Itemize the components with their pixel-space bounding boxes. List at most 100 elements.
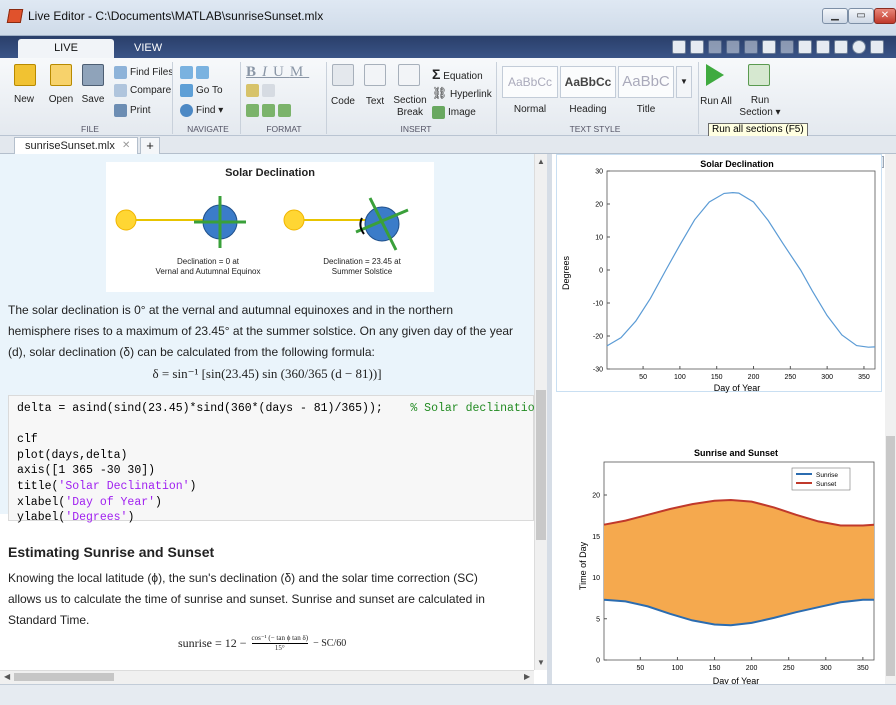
compare-button[interactable]: Compare — [114, 84, 171, 97]
tab-view[interactable]: VIEW — [118, 39, 178, 58]
close-tab-icon[interactable]: ✕ — [122, 140, 130, 151]
undo-icon[interactable] — [762, 40, 776, 54]
style-title-label[interactable]: Title — [618, 104, 674, 115]
add-tab-button[interactable]: + — [140, 137, 160, 154]
separator — [172, 62, 173, 134]
run-section-button[interactable]: Run Section ▾ — [736, 95, 784, 119]
comment-icon[interactable] — [246, 84, 259, 97]
bold-button[interactable]: B — [246, 64, 262, 80]
uncomment-icon[interactable] — [262, 84, 275, 97]
indent-icon[interactable] — [262, 104, 275, 117]
plot-area — [606, 170, 876, 370]
close-button[interactable]: ✕ — [874, 8, 896, 24]
y-tick-label: 0 — [596, 658, 600, 665]
scroll-down-arrow[interactable]: ▼ — [537, 658, 545, 667]
image-button[interactable]: Image — [432, 106, 476, 119]
save-button[interactable]: Save — [76, 94, 110, 105]
hyperlink-button[interactable]: ⛓ Hyperlink — [432, 86, 492, 100]
open-folder-icon[interactable] — [50, 64, 72, 86]
maximize-button[interactable]: ▭ — [848, 8, 874, 24]
editor-scroll-thumb[interactable] — [536, 390, 546, 540]
quick-access-icon[interactable] — [672, 40, 686, 54]
y-axis-label: Degrees — [561, 255, 571, 290]
editor-hscroll-thumb[interactable] — [14, 673, 114, 681]
outdent-icon[interactable] — [278, 104, 291, 117]
save-quick-icon[interactable] — [690, 40, 704, 54]
figure-solar-declination[interactable]: Day of Year Degrees 50 100 150 200 250 300 350… — [556, 154, 882, 393]
equation-button[interactable]: Σ Equation — [432, 66, 483, 82]
paste-icon[interactable] — [744, 40, 758, 54]
monospace-button[interactable]: M — [290, 64, 309, 80]
y-tick-label: 30 — [595, 169, 603, 176]
title-bar: Live Editor - C:\Documents\MATLAB\sunris… — [0, 0, 896, 36]
section-break-button[interactable]: Section Break — [390, 95, 430, 119]
code-line-7: xlabel('Day of Year') — [17, 495, 533, 511]
insert-text-button[interactable]: Text — [358, 96, 392, 107]
y-tick-label: 5 — [596, 616, 600, 623]
document-tab[interactable]: sunriseSunset.mlx — [14, 137, 138, 154]
tab-live-editor[interactable]: LIVE EDITOR — [18, 39, 114, 73]
style-normal-label[interactable]: Normal — [502, 104, 558, 115]
style-heading-preview[interactable]: AaBbCc — [560, 66, 616, 98]
figure-sunrise-sunset[interactable]: Sunrise and Sunset Day of Year Time of D… — [556, 436, 882, 686]
switch-windows-icon[interactable] — [798, 40, 812, 54]
section-nav-arrows[interactable] — [180, 66, 212, 79]
find-files-button[interactable]: Find Files — [114, 66, 173, 79]
status-bar — [0, 684, 896, 705]
paragraph-sunrise: Knowing the local latitude (ϕ), the sun'… — [8, 568, 528, 631]
cut-icon[interactable] — [708, 40, 722, 54]
settings-icon[interactable] — [852, 40, 866, 54]
open-button[interactable]: Open — [42, 94, 80, 105]
section-heading: Estimating Sunrise and Sunset — [8, 544, 215, 560]
image-label: Image — [448, 107, 476, 119]
italic-button[interactable]: I — [262, 64, 273, 80]
community-icon[interactable] — [834, 40, 848, 54]
redo-icon[interactable] — [780, 40, 794, 54]
go-to-button[interactable]: Go To — [180, 84, 223, 97]
save-disk-icon[interactable] — [82, 64, 104, 86]
print-button[interactable]: Print — [114, 104, 151, 117]
style-heading-label[interactable]: Heading — [560, 104, 616, 115]
scroll-left-arrow[interactable]: ◀ — [4, 672, 10, 681]
x-tick-label: 150 — [709, 665, 721, 672]
code-icon[interactable] — [332, 64, 354, 86]
style-title-preview[interactable]: AaBbC — [618, 66, 674, 98]
smart-indent-icon[interactable] — [246, 104, 259, 117]
code-block[interactable]: delta = asind(sind(23.45)*sind(360*(days… — [8, 395, 542, 525]
live-editor-pane[interactable]: Solar Declination Declination = 0 at Vern… — [0, 154, 547, 684]
style-normal-preview[interactable]: AaBbCc — [502, 66, 558, 98]
output-scroll-thumb[interactable] — [886, 436, 895, 676]
x-tick-label: 100 — [672, 665, 684, 672]
style-gallery-dropdown[interactable]: ▼ — [676, 66, 692, 98]
underline-button[interactable]: U — [273, 64, 290, 80]
y-tick-label: -20 — [593, 334, 603, 341]
x-tick-label: 300 — [821, 374, 833, 381]
run-section-icon[interactable] — [748, 64, 770, 86]
format-row2 — [246, 84, 278, 97]
scroll-right-arrow[interactable]: ▶ — [524, 672, 530, 681]
image-icon — [432, 106, 445, 119]
help-icon[interactable] — [816, 40, 830, 54]
x-tick-label: 250 — [784, 374, 796, 381]
new-button[interactable]: New — [4, 94, 44, 105]
new-icon[interactable] — [14, 64, 36, 86]
find-button[interactable]: Find ▾ — [180, 104, 223, 117]
x-tick-label: 200 — [748, 374, 760, 381]
code-string: 'Degrees' — [65, 511, 128, 525]
caption-solstice-line2: Summer Solstice — [331, 267, 393, 276]
section-break-icon[interactable] — [398, 64, 420, 86]
text-icon[interactable] — [364, 64, 386, 86]
run-all-tooltip: Run all sections (F5) — [708, 123, 808, 137]
run-all-icon[interactable] — [706, 64, 724, 86]
insert-code-button[interactable]: Code — [326, 96, 360, 107]
run-all-button[interactable]: Run All — [698, 96, 734, 107]
output-pane[interactable]: Day of Year Degrees 50 100 150 200 250 300 350… — [552, 154, 896, 686]
group-label-file: FILE — [81, 124, 99, 134]
sun-left-icon — [115, 209, 137, 231]
caption-solstice: Declination = 23.45 at Summer Solstice — [302, 257, 422, 277]
copy-icon[interactable] — [726, 40, 740, 54]
expand-icon[interactable] — [870, 40, 884, 54]
scroll-up-arrow[interactable]: ▲ — [537, 157, 545, 166]
minimize-button[interactable]: ▁ — [822, 8, 848, 24]
code-line-4: plot(days,delta) — [17, 448, 128, 462]
